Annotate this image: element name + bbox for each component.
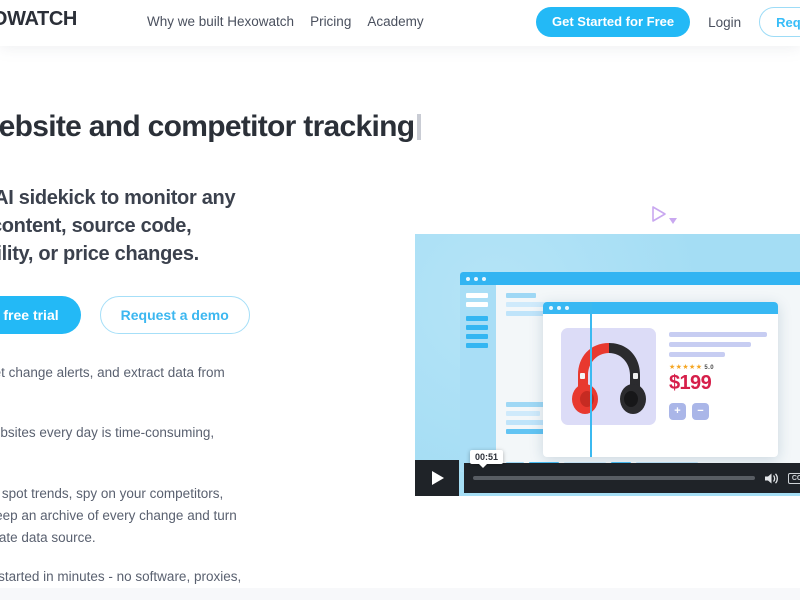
site-header: HEXOWATCH Why we built Hexowatch Pricing… xyxy=(0,0,800,46)
content-bar xyxy=(506,429,546,434)
window-dot-icon xyxy=(557,306,561,310)
window-dot-icon xyxy=(482,276,486,281)
product-info: ★★★★★ 5.0 $199 + − xyxy=(669,332,767,420)
video-control-bar: CC xyxy=(464,463,800,493)
window-dot-icon xyxy=(466,276,470,281)
page-footer-strip xyxy=(0,588,800,600)
hero-free-trial-button[interactable]: Get Started with a 7-day free trial xyxy=(0,295,81,334)
hero-actions: Get Started with a 7-day free trial Requ… xyxy=(0,295,378,334)
decorative-play-arrow-icon xyxy=(650,203,684,229)
content-bar xyxy=(506,411,540,416)
window-dot-icon xyxy=(549,306,553,310)
hero-paragraph-1: Create archived snapshots, get change al… xyxy=(0,364,225,380)
window-dot-icon xyxy=(474,276,478,281)
mockup-sidebar xyxy=(460,285,496,472)
main-nav: Why we built Hexowatch Pricing Academy xyxy=(147,14,424,29)
hero-description: Create archived snapshots, get change al… xyxy=(0,362,378,600)
landing-page: HEXOWATCH Why we built Hexowatch Pricing… xyxy=(0,0,800,600)
hero-subheading-line-3: technology, availability, or price chang… xyxy=(0,243,199,266)
content-bar xyxy=(506,311,546,316)
page-title: Automated website and competitor trackin… xyxy=(0,108,422,146)
nav-item-academy[interactable]: Academy xyxy=(367,14,423,29)
header-actions: Get Started for Free Login Request a dem… xyxy=(536,7,800,37)
typing-caret xyxy=(417,114,422,140)
product-price: $199 xyxy=(669,372,712,394)
get-started-button[interactable]: Get Started for Free xyxy=(536,7,691,37)
page-title-text: Automated website and competitor trackin… xyxy=(0,110,415,143)
request-demo-header-button[interactable]: Request a demo xyxy=(759,7,800,37)
sidebar-bar xyxy=(466,325,488,330)
play-button[interactable] xyxy=(415,460,459,496)
volume-icon[interactable] xyxy=(764,472,779,485)
nav-item-pricing[interactable]: Pricing xyxy=(310,14,351,29)
visual-diff-split-line[interactable] xyxy=(590,302,592,457)
play-icon xyxy=(432,471,444,485)
logo[interactable]: HEXOWATCH xyxy=(0,8,77,31)
hero-paragraph-2: Manually checking multiple websites ever… xyxy=(0,425,215,441)
hero-content: Automated website and competitor trackin… xyxy=(0,108,422,600)
product-mockup-titlebar xyxy=(543,302,778,314)
login-link[interactable]: Login xyxy=(708,15,741,30)
hero-paragraph-3: Hexowatch works 24/7 to help spot trends… xyxy=(0,486,237,545)
browser-titlebar xyxy=(460,272,800,285)
quantity-decrease-button[interactable]: − xyxy=(692,403,709,420)
rating-value: 5.0 xyxy=(704,365,714,371)
video-progress-bar[interactable] xyxy=(473,476,755,480)
product-page-mockup: ★★★★★ 5.0 $199 + − xyxy=(543,302,778,457)
product-rating: ★★★★★ 5.0 xyxy=(669,363,767,371)
product-title-placeholder xyxy=(669,332,767,337)
closed-captions-button[interactable]: CC xyxy=(787,472,800,484)
window-dot-icon xyxy=(565,306,569,310)
video-controls: CC xyxy=(415,460,800,496)
sidebar-bar xyxy=(466,316,488,321)
hero-subheading-line-1: Hexowatch is your AI sidekick to monitor… xyxy=(0,186,236,209)
sidebar-bar xyxy=(466,293,488,298)
sidebar-bar xyxy=(466,302,488,307)
product-image xyxy=(561,328,656,425)
hero-request-demo-button[interactable]: Request a demo xyxy=(99,295,250,334)
quantity-increase-button[interactable]: + xyxy=(669,403,686,420)
sidebar-bar xyxy=(466,334,488,339)
content-bar xyxy=(506,293,536,298)
video-time-tooltip: 00:51 xyxy=(470,450,504,468)
quantity-stepper[interactable]: + − xyxy=(669,403,767,420)
hero-subheading-line-2: website for visual, content, source code… xyxy=(0,214,192,237)
product-title-placeholder xyxy=(669,342,751,347)
star-icons: ★★★★★ xyxy=(669,364,703,371)
headphones-icon xyxy=(571,342,646,414)
product-title-placeholder xyxy=(669,352,725,357)
hero-video-player[interactable]: ★★★★★ 5.0 $199 + − 00:51 CC xyxy=(415,234,800,496)
hero-subheading: Hexowatch is your AI sidekick to monitor… xyxy=(0,184,378,269)
sidebar-bar xyxy=(466,343,488,348)
nav-item-why-we-built-hexowatch[interactable]: Why we built Hexowatch xyxy=(147,14,294,29)
